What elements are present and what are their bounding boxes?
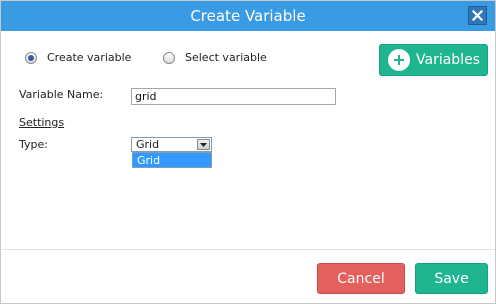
footer-divider [2,249,495,250]
chevron-down-icon[interactable] [197,139,210,150]
type-select[interactable]: Grid [131,137,212,152]
select-variable-radio[interactable]: Select variable [163,51,267,64]
settings-heading: Settings [19,116,65,129]
type-select-value: Grid [136,138,160,151]
radio-unselected-icon [163,51,175,64]
type-option-grid[interactable]: Grid [133,153,211,167]
type-dropdown-list: Grid [132,152,212,168]
variables-button-label: Variables [416,52,480,68]
select-variable-label: Select variable [185,51,267,64]
variable-name-label: Variable Name: [19,88,104,101]
create-variable-label: Create variable [47,51,132,64]
create-variable-dialog: Create Variable Create variable Select v… [0,0,496,304]
close-icon [472,10,483,21]
radio-selected-icon [25,51,37,64]
close-button[interactable] [468,6,487,25]
variable-name-input[interactable] [131,88,336,105]
plus-icon [388,49,410,71]
create-variable-radio[interactable]: Create variable [25,51,131,64]
type-label: Type: [19,138,48,151]
cancel-button[interactable]: Cancel [317,263,405,294]
dialog-titlebar: Create Variable [1,1,495,31]
dialog-title: Create Variable [190,7,306,25]
save-button[interactable]: Save [415,263,488,294]
variables-button[interactable]: Variables [379,44,488,76]
